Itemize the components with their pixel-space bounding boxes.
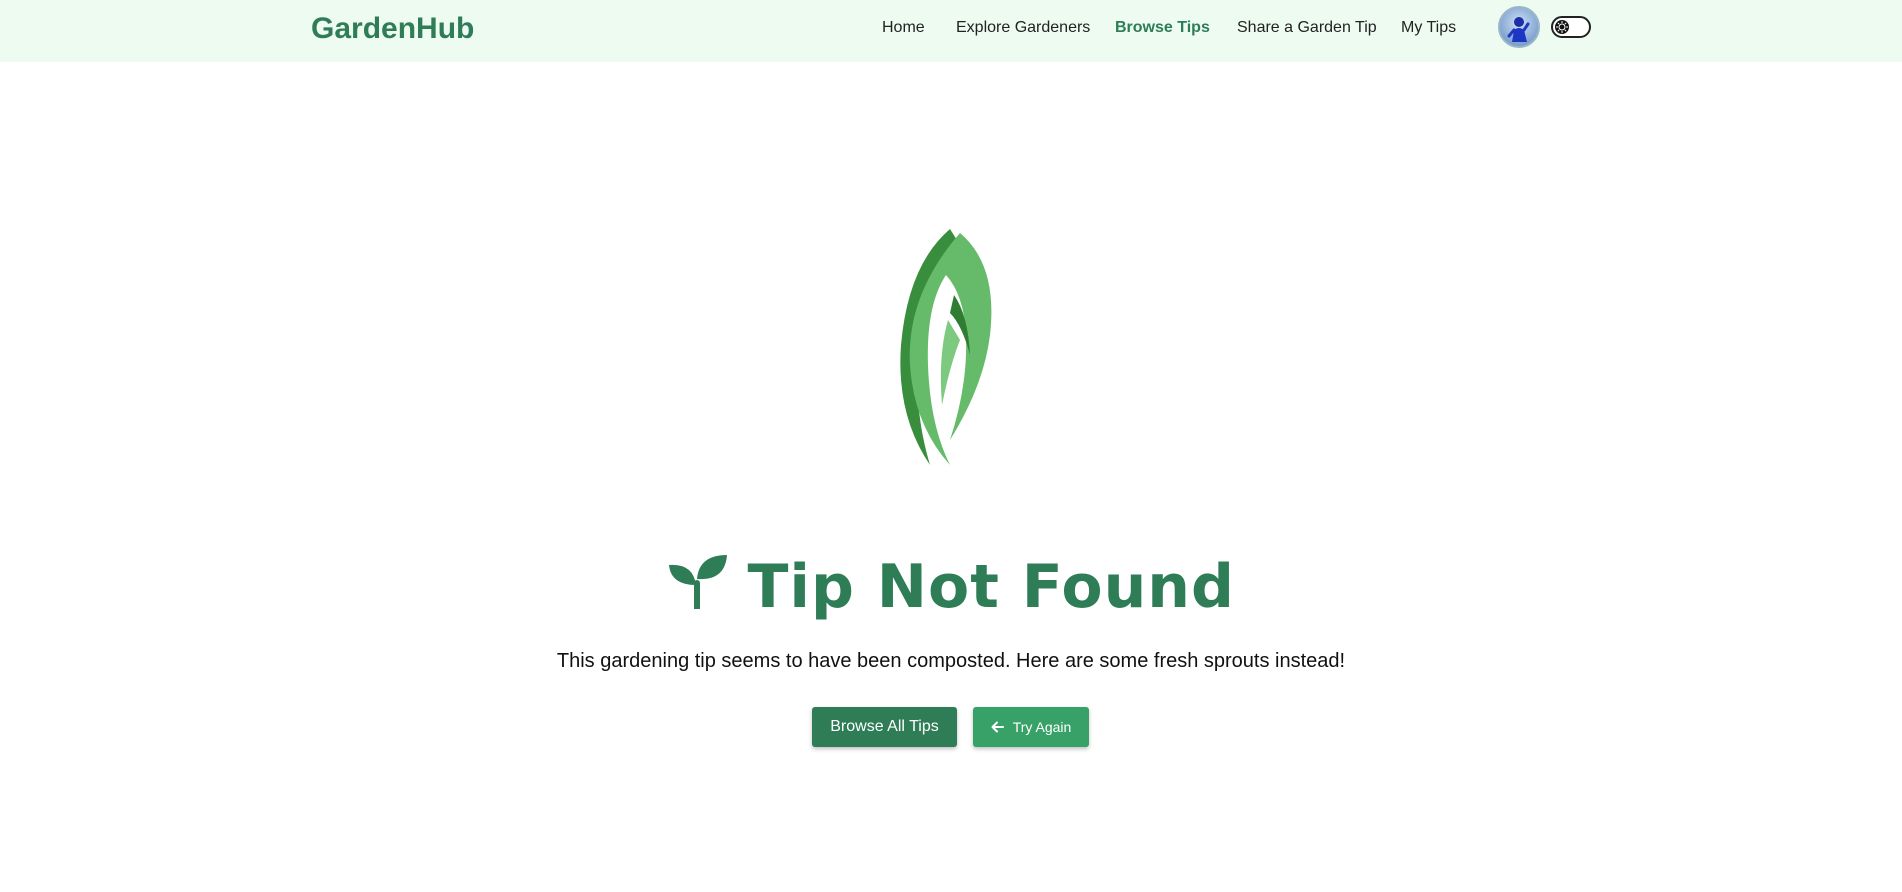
page-subtitle: This gardening tip seems to have been co… [556,650,1346,672]
navbar: GardenHub Home Explore Gardeners Browse … [0,0,1902,62]
page-title: Tip Not Found [747,552,1235,622]
leaf-icon [890,225,1000,470]
title-row: Tip Not Found [0,552,1902,622]
theme-toggle[interactable] [1551,16,1591,38]
user-avatar[interactable] [1498,6,1540,48]
nav-link-explore-gardeners[interactable]: Explore Gardeners [956,19,1090,37]
theme-toggle-icon [1555,20,1569,34]
sprout-icon [667,553,729,612]
nav-link-my-tips[interactable]: My Tips [1401,19,1456,37]
try-again-label: Try Again [1012,719,1072,735]
nav-link-home[interactable]: Home [882,19,925,37]
nav-links: Home Explore Gardeners Browse Tips Share… [0,19,1902,43]
try-again-button[interactable]: Try Again [973,707,1089,747]
browse-all-tips-label: Browse All Tips [830,718,939,735]
browse-all-tips-button[interactable]: Browse All Tips [812,707,957,747]
avatar-image [1507,17,1530,42]
nav-link-browse-tips[interactable]: Browse Tips [1115,19,1210,37]
nav-link-share-tip[interactable]: Share a Garden Tip [1237,19,1377,37]
arrow-left-icon [991,720,1005,734]
